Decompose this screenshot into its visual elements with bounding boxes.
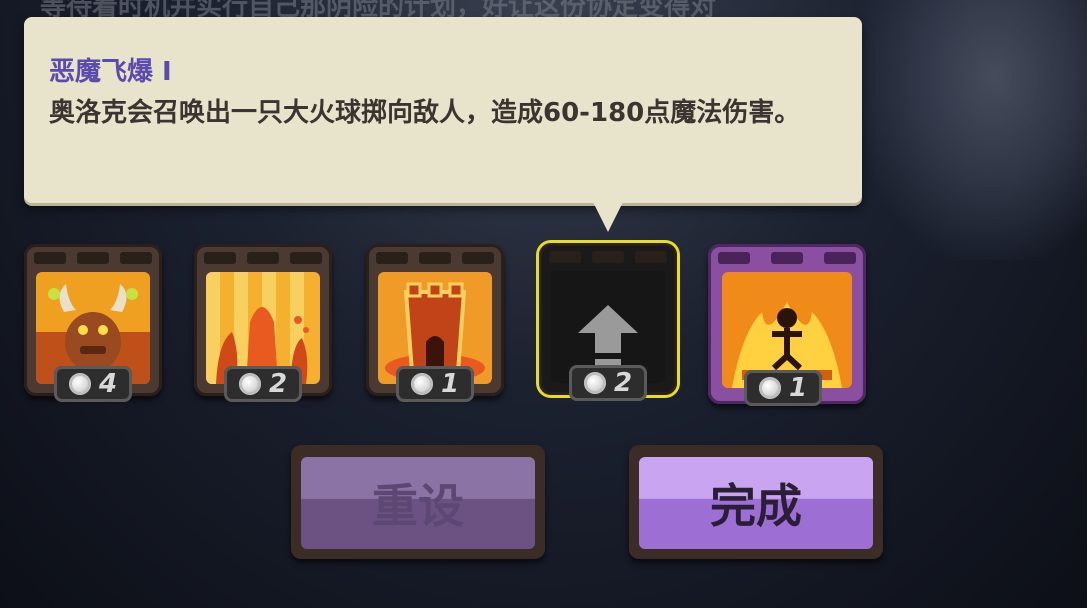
skill-slot-infernal[interactable]: 1 <box>708 244 866 406</box>
done-button-label: 完成 <box>639 457 873 549</box>
skill-slot-lava[interactable]: 2 <box>194 244 332 402</box>
cost-badge: 4 <box>54 366 132 402</box>
skill-tooltip: 恶魔飞爆 I 奥洛克会召唤出一只大火球掷向敌人，造成60-180点魔法伤害。 <box>24 17 862 203</box>
gem-icon <box>758 377 781 399</box>
skill-slot-upgrade-selected[interactable]: 2 <box>539 243 677 401</box>
cost-value: 4 <box>98 369 118 399</box>
reset-button-label: 重设 <box>301 457 535 549</box>
cost-value: 2 <box>613 368 633 398</box>
cost-badge: 2 <box>569 365 647 401</box>
tooltip-description: 奥洛克会召唤出一只大火球掷向敌人，造成60-180点魔法伤害。 <box>49 98 801 128</box>
gem-icon <box>238 373 261 395</box>
done-button[interactable]: 完成 <box>629 445 883 559</box>
cost-badge: 1 <box>396 366 474 402</box>
cost-badge: 2 <box>224 366 302 402</box>
reset-button[interactable]: 重设 <box>291 445 545 559</box>
gem-icon <box>68 373 91 395</box>
skill-slot-demon[interactable]: 4 <box>24 244 162 402</box>
cost-value: 1 <box>440 369 460 399</box>
cost-badge: 1 <box>744 370 822 406</box>
background-creature-decoration <box>857 0 1087 260</box>
cost-value: 1 <box>788 373 808 403</box>
gem-icon <box>583 372 606 394</box>
skill-slot-tower[interactable]: 1 <box>366 244 504 402</box>
tooltip-pointer <box>593 202 623 232</box>
tooltip-title: 恶魔飞爆 I <box>49 57 172 87</box>
cost-value: 2 <box>268 369 288 399</box>
gem-icon <box>410 373 433 395</box>
